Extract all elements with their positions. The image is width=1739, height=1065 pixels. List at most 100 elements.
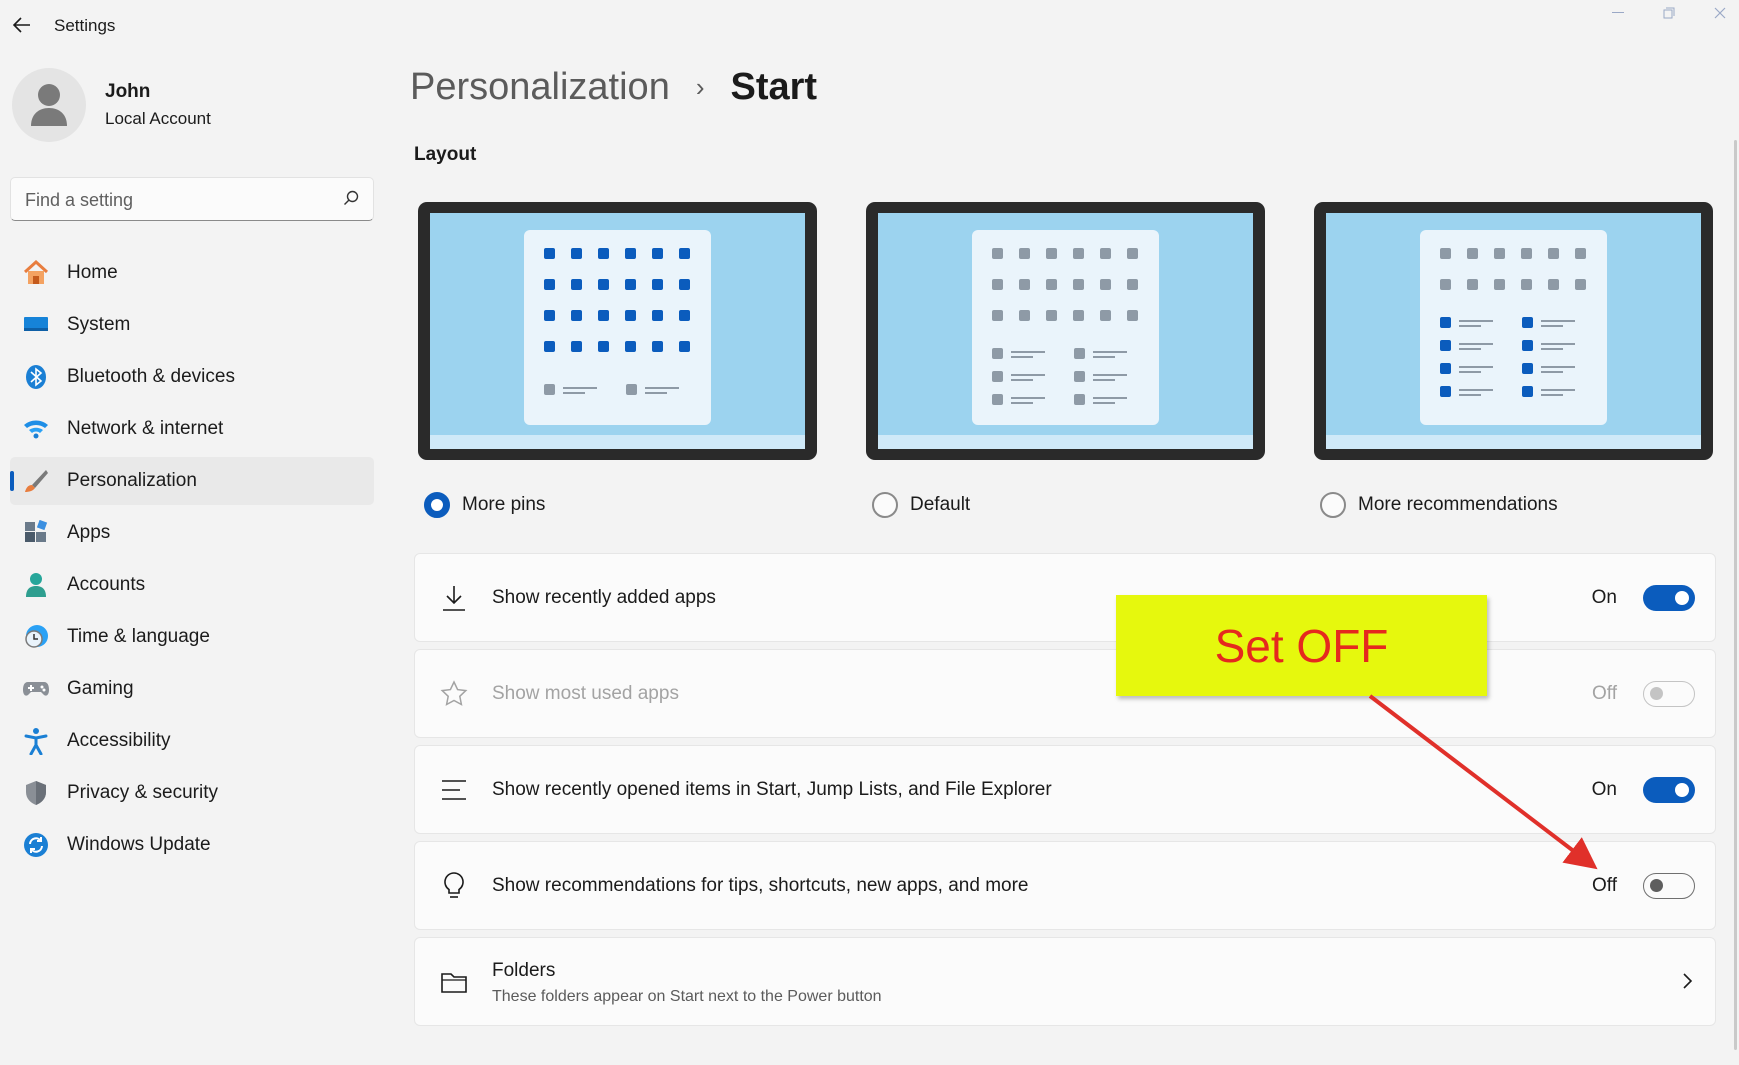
radio-label: More pins — [462, 494, 546, 515]
maximize-icon — [1663, 7, 1675, 19]
radio-more-recommendations[interactable]: More recommendations — [1320, 492, 1558, 518]
layout-section-title: Layout — [414, 144, 477, 165]
toggle-knob — [1675, 783, 1689, 797]
layout-preview-default[interactable] — [866, 202, 1265, 460]
toggle-knob — [1650, 687, 1663, 700]
chevron-right-icon — [1683, 973, 1693, 989]
sidebar-item-label: System — [67, 314, 131, 335]
radio-button[interactable] — [1320, 492, 1346, 518]
home-icon — [22, 260, 50, 286]
close-button[interactable] — [1700, 2, 1739, 24]
start-layout-diagram — [1440, 248, 1586, 397]
toggle-knob — [1675, 591, 1689, 605]
system-icon — [22, 312, 50, 338]
setting-recently-added-apps: Show recently added apps On — [414, 553, 1716, 642]
radio-button[interactable] — [872, 492, 898, 518]
brush-icon — [22, 468, 50, 494]
sidebar-item-windows-update[interactable]: Windows Update — [10, 821, 374, 869]
radio-default[interactable]: Default — [872, 492, 970, 518]
sidebar-item-label: Time & language — [67, 626, 210, 647]
sidebar-item-label: Apps — [67, 522, 111, 543]
taskbar-illustration — [430, 435, 805, 449]
breadcrumb-parent-link[interactable]: Personalization — [410, 66, 670, 109]
annotation-text: Set OFF — [1214, 619, 1389, 672]
sidebar-item-time-language[interactable]: Time & language — [10, 613, 374, 661]
setting-most-used-apps: Show most used apps Off — [414, 649, 1716, 738]
layout-preview-screen — [430, 213, 805, 449]
taskbar-illustration — [1326, 435, 1701, 449]
breadcrumb: Personalization › Start — [410, 66, 817, 109]
start-layout-diagram — [992, 248, 1138, 405]
lightbulb-icon — [439, 871, 469, 901]
sidebar-item-label: Personalization — [67, 470, 197, 491]
search-icon[interactable] — [343, 190, 359, 206]
toggle-knob — [1650, 879, 1663, 892]
sidebar-item-personalization[interactable]: Personalization — [10, 457, 374, 505]
search-input[interactable]: Find a setting — [10, 177, 374, 221]
layout-preview-screen — [1326, 213, 1701, 449]
sidebar-item-label: Gaming — [67, 678, 134, 699]
recommendations-tips-toggle[interactable] — [1643, 873, 1695, 899]
setting-description: These folders appear on Start next to th… — [492, 988, 882, 1005]
person-avatar-icon — [31, 84, 67, 126]
sidebar-item-apps[interactable]: Apps — [10, 509, 374, 557]
minimize-button[interactable] — [1598, 2, 1638, 24]
search-placeholder: Find a setting — [25, 190, 134, 210]
toggle-state-text: On — [1591, 779, 1617, 800]
wifi-icon — [22, 416, 50, 442]
toggle-state-text: Off — [1592, 875, 1617, 896]
list-icon — [439, 775, 469, 805]
setting-label: Show recommendations for tips, shortcuts… — [492, 875, 1029, 896]
most-used-apps-toggle[interactable] — [1643, 681, 1695, 707]
avatar — [12, 68, 86, 142]
sidebar-item-accessibility[interactable]: Accessibility — [10, 717, 374, 765]
radio-label: More recommendations — [1358, 494, 1558, 515]
breadcrumb-separator: › — [695, 72, 705, 102]
radio-label: Default — [910, 494, 971, 515]
sidebar-item-accounts[interactable]: Accounts — [10, 561, 374, 609]
download-icon — [439, 583, 469, 613]
sidebar-item-gaming[interactable]: Gaming — [10, 665, 374, 713]
recently-added-apps-toggle[interactable] — [1643, 585, 1695, 611]
back-button[interactable] — [8, 12, 36, 38]
radio-more-pins[interactable]: More pins — [424, 492, 545, 518]
start-layout-diagram — [544, 248, 690, 395]
profile-name: John — [105, 81, 151, 102]
back-arrow-icon — [13, 17, 30, 33]
start-menu-illustration — [972, 230, 1159, 425]
user-profile[interactable]: John Local Account — [12, 68, 211, 142]
annotation-callout: Set OFF — [1116, 595, 1487, 696]
toggle-state-text: Off — [1592, 683, 1617, 704]
sidebar-item-label: Windows Update — [67, 834, 211, 855]
layout-preview-more-recommendations[interactable] — [1314, 202, 1713, 460]
update-icon — [22, 832, 50, 858]
start-menu-illustration — [524, 230, 711, 425]
sidebar-item-label: Home — [67, 262, 118, 283]
person-icon — [22, 572, 50, 598]
sidebar-item-network[interactable]: Network & internet — [10, 405, 374, 453]
apps-icon — [22, 520, 50, 546]
layout-preview-more-pins[interactable] — [418, 202, 817, 460]
gamepad-icon — [22, 676, 50, 702]
start-menu-illustration — [1420, 230, 1607, 425]
recently-opened-items-toggle[interactable] — [1643, 777, 1695, 803]
star-icon — [439, 679, 469, 709]
toggle-state-text: On — [1591, 587, 1617, 608]
maximize-button[interactable] — [1649, 2, 1689, 24]
sidebar-item-label: Privacy & security — [67, 782, 218, 803]
setting-label: Show most used apps — [492, 683, 679, 704]
sidebar-item-label: Bluetooth & devices — [67, 366, 235, 387]
setting-label: Folders — [492, 960, 556, 981]
clock-icon — [22, 624, 50, 650]
vertical-scrollbar[interactable] — [1734, 140, 1737, 1050]
sidebar-item-label: Accounts — [67, 574, 146, 595]
setting-recommendations-tips: Show recommendations for tips, shortcuts… — [414, 841, 1716, 930]
radio-button-selected[interactable] — [424, 492, 450, 518]
sidebar-item-system[interactable]: System — [10, 301, 374, 349]
sidebar-item-bluetooth[interactable]: Bluetooth & devices — [10, 353, 374, 401]
settings-window: Settings John Local Account Find a setti… — [0, 0, 1739, 1065]
minimize-icon — [1612, 12, 1624, 13]
setting-folders[interactable]: Folders These folders appear on Start ne… — [414, 937, 1716, 1026]
sidebar-item-privacy-security[interactable]: Privacy & security — [10, 769, 374, 817]
sidebar-item-home[interactable]: Home — [10, 249, 374, 297]
